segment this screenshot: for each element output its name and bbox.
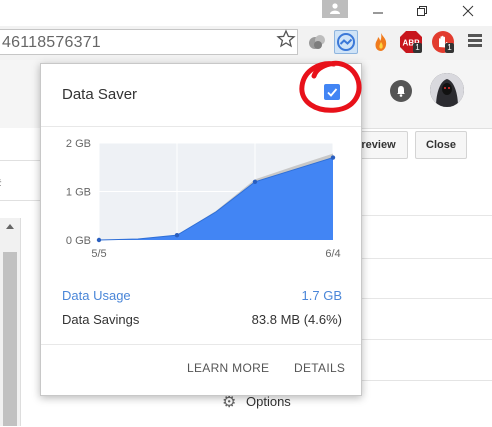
close-button[interactable]: Close [415,131,467,159]
minimize-icon [373,12,383,14]
notifications-bell-icon[interactable] [390,80,412,102]
flame-icon [375,33,387,51]
divider [362,258,492,259]
data-saver-extension-button[interactable] [334,30,358,54]
close-icon [462,5,474,17]
data-usage-label: Data Usage [62,288,131,303]
data-point [174,232,180,238]
divider [0,160,40,161]
person-icon [330,3,340,14]
cloud-extension-icon [309,35,325,49]
extension-count-badge: 1 [413,43,422,53]
browser-toolbar: 46118576371 ABP 1 1 [0,26,492,61]
data-savings-label: Data Savings [62,312,140,327]
scroll-up-arrow-icon[interactable] [6,224,14,229]
data-saver-icon [337,33,355,51]
extension-cloud-button[interactable] [305,30,329,54]
adblock-extension-button[interactable]: 1 [431,30,455,54]
details-link[interactable]: DETAILS [294,361,345,375]
divider [362,298,492,299]
divider [41,344,361,345]
divider [0,200,40,201]
extension-count-badge: 1 [445,43,454,53]
y-axis-labels: 2 GB 1 GB 0 GB [66,138,91,247]
x-tick-label: 6/4 [325,248,340,260]
address-bar-text: 46118576371 [2,34,101,51]
bell-icon [397,86,405,97]
data-usage-chart: 2 GB 1 GB 0 GB 5/5 6/4 [66,138,341,260]
learn-more-link[interactable]: LEARN MORE [187,361,269,375]
user-avatar[interactable] [430,73,464,107]
y-tick-label: 2 GB [66,138,91,150]
profile-button[interactable] [322,0,348,18]
red-circle-annotation [299,60,362,113]
divider [362,339,492,340]
minimize-button[interactable] [370,4,386,18]
close-window-button[interactable] [460,4,476,18]
chrome-menu-icon[interactable] [468,34,482,49]
restore-icon [417,6,427,16]
data-point [96,237,102,243]
address-bar[interactable]: 46118576371 [0,29,298,55]
restore-button[interactable] [414,4,430,18]
bookmark-star-icon[interactable] [276,29,296,49]
avatar-image [430,73,464,107]
data-point [252,179,258,184]
popup-title: Data Saver [62,86,138,103]
adblock-plus-button[interactable]: ABP 1 [399,30,423,54]
data-savings-value: 83.8 MB (4.6%) [251,312,342,327]
x-axis-labels: 5/5 6/4 [91,248,340,260]
y-tick-label: 0 GB [66,235,91,247]
data-point [330,155,336,160]
left-text-fragment: # [0,176,1,191]
y-tick-label: 1 GB [66,187,91,199]
window-titlebar [0,0,492,26]
honey-extension-button[interactable] [369,30,393,54]
options-label: Options [246,394,291,409]
divider [362,215,492,216]
data-usage-value: 1.7 GB [301,288,342,303]
scrollbar-thumb[interactable] [3,252,17,426]
x-tick-label: 5/5 [91,248,106,260]
